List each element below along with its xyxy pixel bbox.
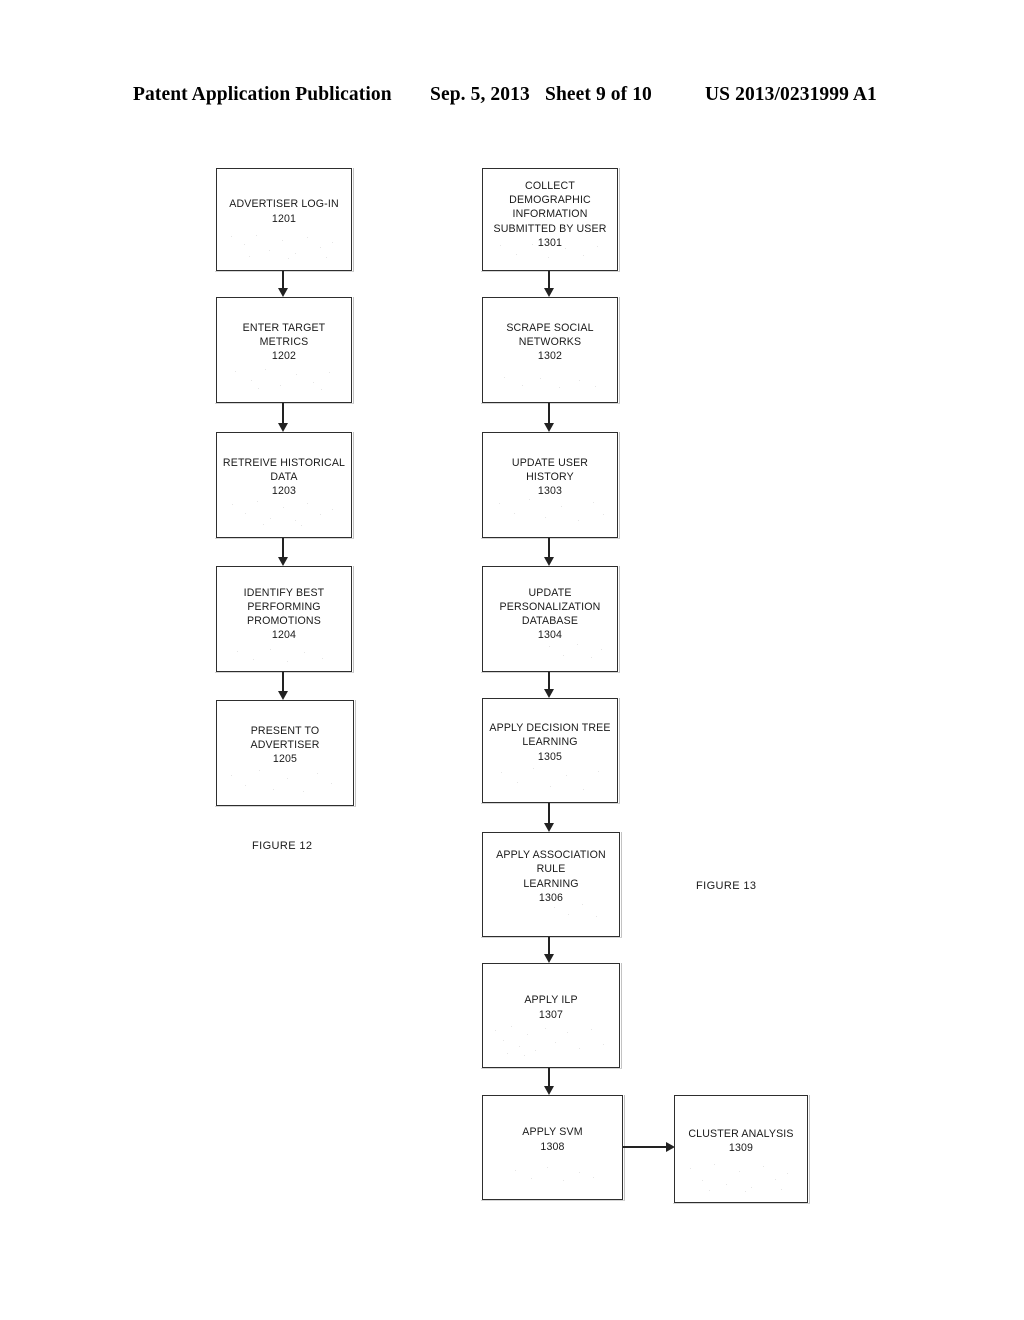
connector-shaft: [548, 1068, 550, 1088]
scan-speckle: [685, 1158, 799, 1194]
connector-1303-to-1304: [544, 538, 555, 566]
flow-step-1201: ADVERTISER LOG-IN 1201: [215, 168, 354, 272]
flow-step-1302-text: SCRAPE SOCIAL NETWORKS 1302: [506, 321, 594, 363]
flow-step-1307: APPLY ILP 1307: [481, 963, 622, 1069]
flow-step-1306: APPLY ASSOCIATION RULE LEARNING 1306: [481, 832, 622, 938]
connector-shaft: [548, 538, 550, 559]
connector-1204-to-1205: [278, 672, 289, 700]
connector-shaft: [282, 672, 284, 693]
arrowhead-icon: [544, 557, 554, 566]
connector-1304-to-1305: [544, 672, 555, 698]
scan-speckle: [509, 1162, 601, 1188]
scan-speckle: [225, 364, 345, 394]
flow-step-1202-text: ENTER TARGET METRICS 1202: [242, 321, 326, 363]
flow-step-1204: IDENTIFY BEST PERFORMING PROMOTIONS 1204: [215, 566, 354, 673]
scan-speckle: [225, 231, 345, 263]
flow-step-1302: SCRAPE SOCIAL NETWORKS 1302: [481, 297, 620, 404]
flowchart-canvas: ADVERTISER LOG-IN 1201 ENTER TARGET METR…: [0, 0, 1024, 1320]
arrowhead-icon: [278, 423, 288, 432]
flow-step-1305: APPLY DECISION TREE LEARNING 1305: [481, 698, 620, 804]
flow-step-1201-text: ADVERTISER LOG-IN 1201: [229, 198, 339, 225]
connector-shaft: [282, 538, 284, 559]
flow-step-1308-text: APPLY SVM 1308: [522, 1126, 583, 1153]
scan-speckle: [229, 645, 341, 667]
connector-shaft: [548, 403, 550, 425]
scan-speckle: [227, 495, 343, 529]
figure-12-caption: FIGURE 12: [252, 840, 313, 852]
arrowhead-icon: [544, 954, 554, 963]
arrowhead-icon: [544, 423, 554, 432]
flow-step-1204-text: IDENTIFY BEST PERFORMING PROMOTIONS 1204: [243, 586, 325, 642]
scan-speckle: [491, 1020, 613, 1058]
connector-1201-to-1202: [278, 271, 289, 297]
connector-1305-to-1306: [544, 803, 555, 832]
arrowhead-icon: [544, 1086, 554, 1095]
connector-shaft: [623, 1146, 667, 1148]
connector-1202-to-1203: [278, 403, 289, 432]
flow-step-1202: ENTER TARGET METRICS 1202: [215, 297, 354, 404]
connector-shaft: [282, 403, 284, 425]
flow-step-1304: UPDATE PERSONALIZATION DATABASE 1304: [481, 566, 620, 673]
connector-1306-to-1307: [544, 937, 555, 963]
flow-step-1304-text: UPDATE PERSONALIZATION DATABASE 1304: [499, 586, 601, 642]
flow-step-1203-text: RETREIVE HISTORICAL DATA 1203: [222, 456, 346, 498]
flow-step-1306-text: APPLY ASSOCIATION RULE LEARNING 1306: [496, 849, 606, 904]
flow-step-1309: CLUSTER ANALYSIS 1309: [673, 1095, 810, 1204]
scan-speckle: [543, 639, 609, 665]
scan-speckle: [493, 761, 609, 795]
connector-1307-to-1308: [544, 1068, 555, 1095]
connector-shaft: [548, 803, 550, 825]
flow-step-1307-text: APPLY ILP 1307: [524, 994, 578, 1021]
connector-1308-to-1309: [623, 1142, 675, 1153]
flow-step-1303: UPDATE USER HISTORY 1303: [481, 432, 620, 539]
figure-13-caption: FIGURE 13: [696, 880, 757, 892]
arrowhead-icon: [544, 288, 554, 297]
arrowhead-icon: [278, 557, 288, 566]
arrowhead-icon: [544, 689, 554, 698]
connector-1203-to-1204: [278, 538, 289, 566]
flow-step-1301-text: COLLECT DEMOGRAPHIC INFORMATION SUBMITTE…: [493, 179, 607, 249]
flow-step-1305-text: APPLY DECISION TREE LEARNING 1305: [489, 722, 611, 763]
scan-speckle: [495, 372, 607, 394]
flow-step-1203: RETREIVE HISTORICAL DATA 1203: [215, 432, 354, 539]
arrowhead-icon: [544, 823, 554, 832]
flow-step-1308: APPLY SVM 1308: [481, 1095, 625, 1201]
flow-step-1301: COLLECT DEMOGRAPHIC INFORMATION SUBMITTE…: [481, 168, 620, 272]
flow-step-1309-text: CLUSTER ANALYSIS 1309: [688, 1127, 794, 1154]
connector-1302-to-1303: [544, 403, 555, 432]
arrowhead-icon: [278, 691, 288, 700]
connector-1301-to-1302: [544, 271, 555, 297]
flow-step-1205: PRESENT TO ADVERTISER 1205: [215, 700, 356, 807]
flow-step-1205-text: PRESENT TO ADVERTISER 1205: [250, 724, 320, 766]
arrowhead-icon: [278, 288, 288, 297]
scan-speckle: [225, 763, 343, 797]
flow-step-1303-text: UPDATE USER HISTORY 1303: [511, 456, 589, 498]
